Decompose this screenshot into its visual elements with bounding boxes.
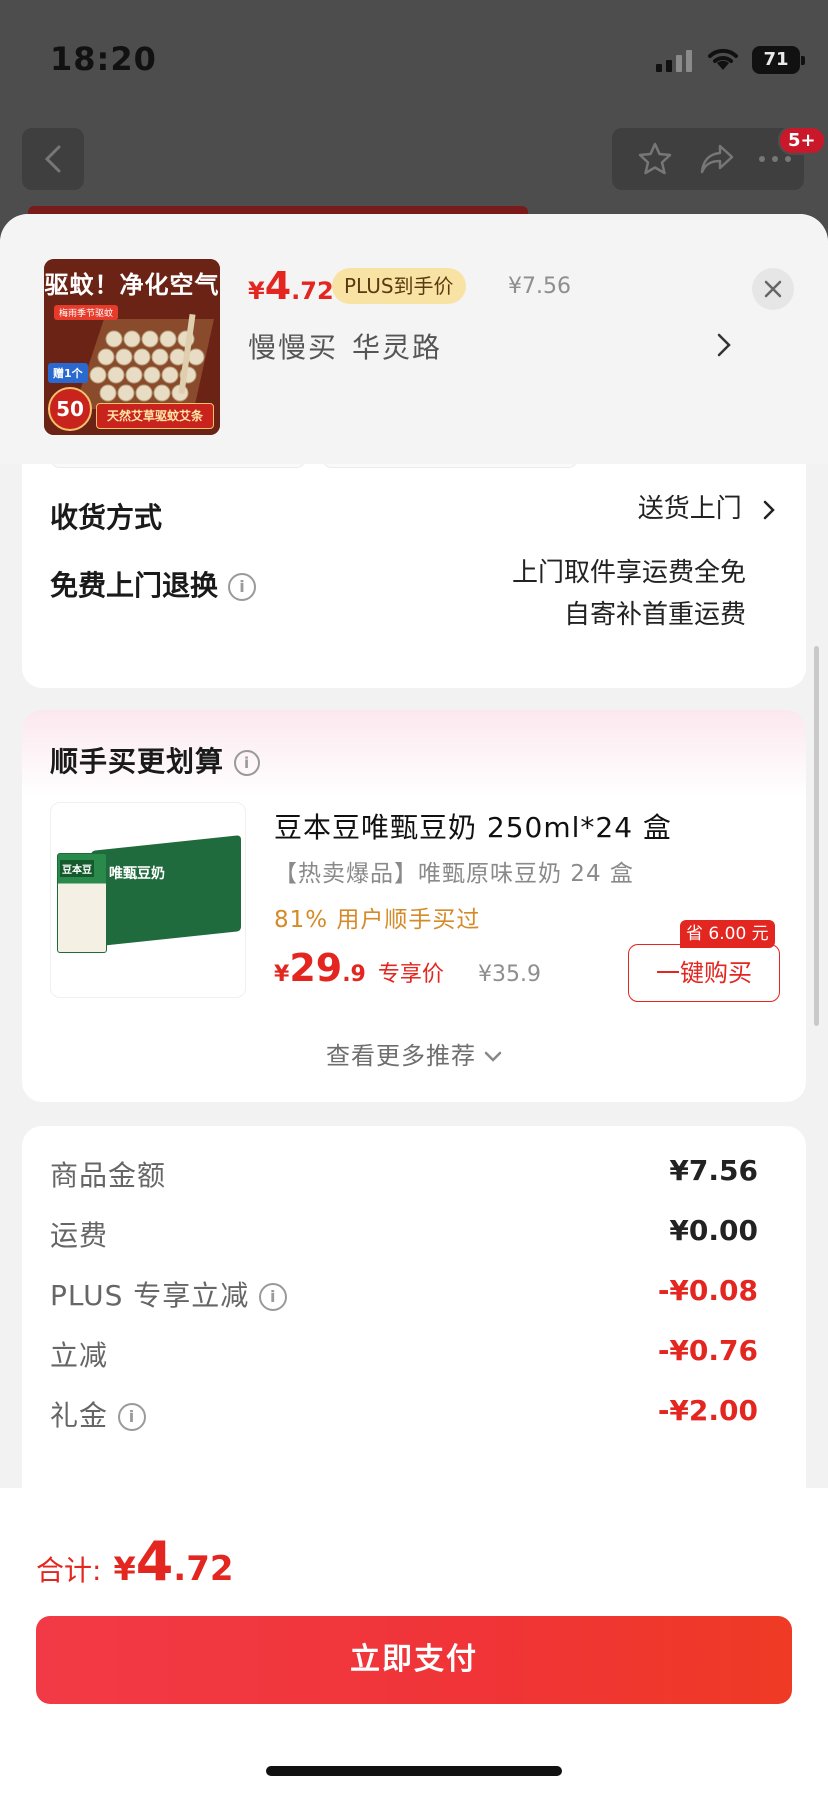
- free-return-value: 上门取件享运费全免 自寄补首重运费: [512, 552, 746, 636]
- recommend-price-label: 专享价: [377, 962, 444, 987]
- chevron-down-icon: [484, 1051, 502, 1062]
- close-button[interactable]: [752, 268, 794, 310]
- summary-row: 立减 -¥0.76: [50, 1334, 758, 1374]
- more-dots-icon: [759, 156, 791, 162]
- info-icon[interactable]: i: [118, 1403, 147, 1431]
- recommend-product-image[interactable]: 唯甄豆奶 豆本豆: [50, 802, 246, 998]
- original-price: ¥7.56: [508, 274, 571, 299]
- summary-value: -¥0.76: [657, 1334, 758, 1367]
- summary-label-text: PLUS 专享立减: [50, 1279, 250, 1312]
- free-return-line-2: 自寄补首重运费: [563, 600, 746, 630]
- recommend-original-price: ¥35.9: [478, 962, 541, 987]
- recommend-price: ¥29.9 专享价: [274, 946, 444, 990]
- checkout-footer: 合计: ¥4.72 立即支付: [0, 1488, 828, 1793]
- product-price: ¥4.72: [248, 264, 334, 308]
- thumbnail-gift-tag: 赠1个: [48, 363, 88, 383]
- price-symbol: ¥: [248, 277, 265, 305]
- summary-row: 商品金额 ¥7.56: [50, 1154, 758, 1194]
- share-icon: [700, 144, 734, 174]
- summary-label: 运费: [50, 1219, 109, 1252]
- total-decimal: .72: [173, 1549, 234, 1589]
- status-bar: 18:20 71: [0, 0, 828, 120]
- recommend-price-integer: 29: [289, 946, 343, 990]
- shop-address-row[interactable]: 慢慢买 华灵路: [248, 326, 442, 366]
- battery-icon: 71: [752, 46, 805, 74]
- thumbnail-title: 驱蚊！净化空气: [44, 270, 220, 299]
- soymilk-box: [91, 835, 241, 947]
- total-integer: 4: [135, 1530, 174, 1593]
- free-return-line-1: 上门取件享运费全免: [511, 558, 746, 588]
- thumbnail-count: 50: [48, 387, 92, 431]
- summary-value: -¥0.08: [657, 1274, 758, 1307]
- price-integer: 4: [264, 264, 292, 308]
- chevron-right-icon: [717, 333, 731, 357]
- delivery-method-value[interactable]: 送货上门: [638, 488, 776, 530]
- info-icon[interactable]: i: [228, 573, 257, 601]
- summary-label: 立减: [50, 1339, 109, 1372]
- summary-label: 礼金 i: [50, 1394, 147, 1434]
- thumbnail-banner: 天然艾草驱蚊艾条: [96, 403, 214, 429]
- total-label: 合计:: [36, 1554, 102, 1587]
- summary-value: ¥7.56: [669, 1154, 758, 1187]
- signal-icon: [656, 50, 692, 72]
- pay-now-button[interactable]: 立即支付: [36, 1616, 792, 1704]
- star-icon: [638, 142, 672, 175]
- more-recommendations-text: 查看更多推荐: [326, 1042, 476, 1070]
- summary-value: ¥0.00: [669, 1214, 758, 1247]
- recommend-price-decimal: .9: [342, 962, 366, 987]
- recommend-title: 顺手买更划算 i: [50, 740, 261, 780]
- favorite-button[interactable]: [634, 138, 676, 180]
- free-return-label: 免费上门退换 i: [50, 564, 257, 604]
- summary-label-text: 礼金: [50, 1399, 109, 1432]
- delivery-address: 华灵路: [352, 331, 443, 364]
- delivery-method-label: 收货方式: [50, 501, 163, 534]
- scrollbar[interactable]: [814, 646, 819, 1026]
- delivery-card: 收货方式 送货上门 免费上门退换 i 上门取件享运费全免 自寄补首重运费: [22, 444, 806, 688]
- summary-value: -¥2.00: [657, 1394, 758, 1427]
- status-time: 18:20: [50, 40, 157, 78]
- save-amount-badge: 省 6.00 元: [680, 920, 775, 948]
- price-decimal: .72: [291, 277, 334, 305]
- close-icon: [764, 280, 782, 298]
- chevron-left-icon: [44, 145, 61, 173]
- shop-name: 慢慢买: [248, 331, 339, 364]
- product-header: 驱蚊！净化空气 梅雨季节驱蚊 赠1个 天然艾草驱蚊艾条 50 ¥4.72 PLU…: [0, 214, 828, 464]
- soymilk-carton: 豆本豆: [57, 853, 107, 953]
- recommend-buyers-rate: 81% 用户顺手买过: [274, 907, 481, 933]
- one-click-buy-button[interactable]: 一键购买: [628, 944, 780, 1002]
- recommend-title-text: 顺手买更划算: [50, 745, 225, 778]
- back-button[interactable]: [22, 128, 84, 190]
- recommend-price-symbol: ¥: [274, 962, 290, 987]
- free-return-text: 免费上门退换: [50, 569, 219, 602]
- cart-badge: 5+: [778, 126, 826, 155]
- soymilk-box-label: 唯甄豆奶: [109, 866, 165, 882]
- summary-row: 运费 ¥0.00: [50, 1214, 758, 1254]
- recommend-card: 顺手买更划算 i 唯甄豆奶 豆本豆 豆本豆唯甄豆奶 250ml*24 盒 【热卖爆…: [22, 710, 806, 1102]
- share-button[interactable]: [696, 138, 738, 180]
- recommend-product-desc: 【热卖爆品】唯甄原味豆奶 24 盒: [274, 861, 634, 887]
- info-icon[interactable]: i: [234, 750, 261, 776]
- summary-row: 礼金 i -¥2.00: [50, 1394, 758, 1434]
- soymilk-brand: 豆本豆: [60, 860, 94, 877]
- chevron-right-icon: [763, 500, 775, 519]
- thumbnail-subtitle: 梅雨季节驱蚊: [54, 305, 119, 320]
- recommend-product-name[interactable]: 豆本豆唯甄豆奶 250ml*24 盒: [274, 806, 672, 846]
- more-recommendations-link[interactable]: 查看更多推荐: [22, 1036, 806, 1071]
- summary-row: PLUS 专享立减 i -¥0.08: [50, 1274, 758, 1314]
- delivery-method-text: 送货上门: [637, 494, 742, 524]
- info-icon[interactable]: i: [259, 1283, 288, 1311]
- home-indicator: [266, 1766, 562, 1776]
- wifi-icon: [708, 48, 738, 70]
- summary-label: 商品金额: [50, 1159, 167, 1192]
- header-actions: [612, 128, 804, 190]
- product-thumbnail: 驱蚊！净化空气 梅雨季节驱蚊 赠1个 天然艾草驱蚊艾条 50: [44, 259, 220, 435]
- total-price: 合计: ¥4.72: [36, 1530, 234, 1593]
- summary-label: PLUS 专享立减 i: [50, 1274, 288, 1314]
- plus-price-tag: PLUS到手价: [332, 268, 466, 304]
- total-symbol: ¥: [113, 1550, 136, 1588]
